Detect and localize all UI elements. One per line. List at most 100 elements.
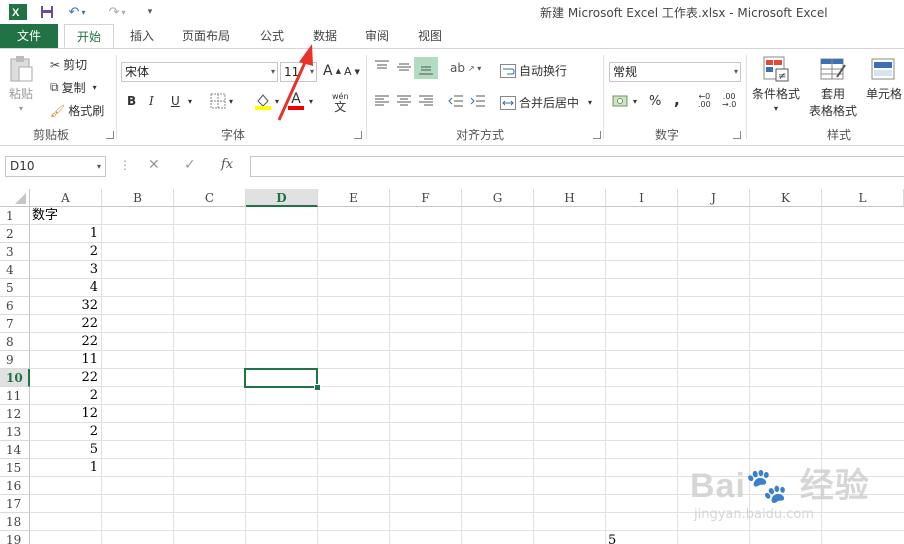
column-header-e[interactable]: E	[318, 189, 390, 207]
number-launcher-icon[interactable]	[733, 131, 741, 139]
tab-view[interactable]: 视图	[410, 24, 450, 48]
cell-styles-button[interactable]: 单元格	[866, 55, 902, 102]
underline-dropdown-icon[interactable]: ▾	[188, 97, 192, 106]
cell-a4[interactable]: 3	[30, 261, 98, 279]
cell-a6[interactable]: 32	[30, 297, 98, 315]
alignment-launcher-icon[interactable]	[593, 131, 601, 139]
row-header-6[interactable]: 6	[0, 297, 30, 315]
row-header-3[interactable]: 3	[0, 243, 30, 261]
fill-handle[interactable]	[314, 384, 321, 391]
row-header-18[interactable]: 18	[0, 513, 30, 531]
column-header-a[interactable]: A	[30, 189, 102, 207]
cut-button[interactable]: ✂ 剪切	[50, 56, 87, 73]
tab-file[interactable]: 文件	[0, 24, 58, 48]
cell-a11[interactable]: 2	[30, 387, 98, 405]
align-left-icon[interactable]	[374, 94, 390, 108]
enter-icon[interactable]: ✓	[184, 157, 196, 173]
align-bottom-icon[interactable]	[414, 57, 438, 79]
cell-a15[interactable]: 1	[30, 459, 98, 477]
row-header-11[interactable]: 11	[0, 387, 30, 405]
font-name-select[interactable]: 宋体 ▾	[121, 62, 278, 82]
format-as-table-button[interactable]: 套用 表格格式	[804, 55, 862, 119]
row-header-8[interactable]: 8	[0, 333, 30, 351]
cell-a14[interactable]: 5	[30, 441, 98, 459]
tab-review[interactable]: 审阅	[357, 24, 397, 48]
align-top-icon[interactable]	[374, 59, 390, 75]
cell-a10[interactable]: 22	[30, 369, 98, 387]
save-icon[interactable]	[38, 3, 56, 21]
column-header-c[interactable]: C	[174, 189, 246, 207]
decrease-font-icon[interactable]: A ▼	[344, 65, 360, 78]
column-header-d[interactable]: D	[246, 189, 318, 207]
insert-function-icon[interactable]: fx	[221, 157, 233, 172]
row-header-1[interactable]: 1	[0, 207, 30, 225]
undo-icon[interactable]: ↶ ▾	[66, 3, 88, 21]
cell-a8[interactable]: 22	[30, 333, 98, 351]
paste-button[interactable]: 粘贴 ▾	[8, 55, 34, 113]
underline-button[interactable]: U	[171, 94, 180, 108]
align-middle-icon[interactable]	[396, 59, 412, 75]
row-header-17[interactable]: 17	[0, 495, 30, 513]
cell-a7[interactable]: 22	[30, 315, 98, 333]
cell-a5[interactable]: 4	[30, 279, 98, 297]
font-color-dropdown-icon[interactable]: ▾	[309, 97, 313, 106]
decrease-indent-icon[interactable]	[448, 94, 464, 108]
customize-icon[interactable]: ▾	[144, 3, 156, 21]
column-header-i[interactable]: I	[606, 189, 678, 207]
font-color-icon[interactable]: A	[288, 92, 304, 110]
orientation-icon[interactable]: ab ↗ ▾	[450, 61, 481, 75]
name-box[interactable]: D10 ▾	[5, 156, 106, 177]
row-header-7[interactable]: 7	[0, 315, 30, 333]
italic-button[interactable]: I	[149, 94, 154, 108]
cell-a3[interactable]: 2	[30, 243, 98, 261]
tab-insert[interactable]: 插入	[122, 24, 162, 48]
redo-icon[interactable]: ↷ ▾	[106, 3, 128, 21]
bold-button[interactable]: B	[127, 94, 136, 108]
tab-data[interactable]: 数据	[305, 24, 345, 48]
column-header-k[interactable]: K	[750, 189, 822, 207]
cell-i19[interactable]: 5	[608, 532, 668, 544]
align-right-icon[interactable]	[418, 94, 434, 108]
column-header-h[interactable]: H	[534, 189, 606, 207]
fill-color-icon[interactable]: ▾	[254, 92, 279, 110]
row-header-13[interactable]: 13	[0, 423, 30, 441]
increase-indent-icon[interactable]	[470, 94, 486, 108]
row-header-16[interactable]: 16	[0, 477, 30, 495]
active-cell-d10[interactable]	[244, 368, 318, 388]
clipboard-launcher-icon[interactable]	[106, 131, 114, 139]
phonetic-icon[interactable]: wén 文	[332, 92, 349, 113]
increase-font-icon[interactable]: A ▲	[323, 63, 341, 79]
cell-a13[interactable]: 2	[30, 423, 98, 441]
copy-button[interactable]: ⧉ 复制 ▾	[50, 79, 97, 96]
column-header-f[interactable]: F	[390, 189, 462, 207]
currency-icon[interactable]: ▾	[612, 94, 637, 108]
cell-a2[interactable]: 1	[30, 225, 98, 243]
cell-a12[interactable]: 12	[30, 405, 98, 423]
select-all-corner[interactable]	[0, 189, 30, 207]
percent-button[interactable]: %	[649, 94, 661, 109]
row-header-15[interactable]: 15	[0, 459, 30, 477]
column-header-b[interactable]: B	[102, 189, 174, 207]
row-header-5[interactable]: 5	[0, 279, 30, 297]
tab-home[interactable]: 开始	[64, 24, 114, 48]
border-icon[interactable]: ▾	[210, 93, 233, 109]
cell-a9[interactable]: 11	[30, 351, 98, 369]
column-header-l[interactable]: L	[822, 189, 904, 207]
cancel-icon[interactable]: ✕	[148, 157, 160, 173]
row-header-2[interactable]: 2	[0, 225, 30, 243]
font-size-select[interactable]: 11 ▾	[280, 62, 317, 82]
tab-formulas[interactable]: 公式	[252, 24, 292, 48]
formula-input[interactable]	[250, 156, 904, 177]
wrap-text-button[interactable]: 自动换行	[500, 62, 567, 79]
merge-center-button[interactable]: 合并后居中 ▾	[500, 94, 592, 111]
conditional-format-button[interactable]: ≠ 条件格式 ▾	[750, 55, 802, 113]
row-header-14[interactable]: 14	[0, 441, 30, 459]
row-header-4[interactable]: 4	[0, 261, 30, 279]
column-header-j[interactable]: J	[678, 189, 750, 207]
font-launcher-icon[interactable]	[354, 131, 362, 139]
decrease-decimal-icon[interactable]: .00 →.0	[722, 93, 736, 109]
align-center-icon[interactable]	[396, 94, 412, 108]
number-format-select[interactable]: 常规 ▾	[609, 62, 741, 82]
increase-decimal-icon[interactable]: ←0.00	[698, 93, 711, 109]
row-header-9[interactable]: 9	[0, 351, 30, 369]
